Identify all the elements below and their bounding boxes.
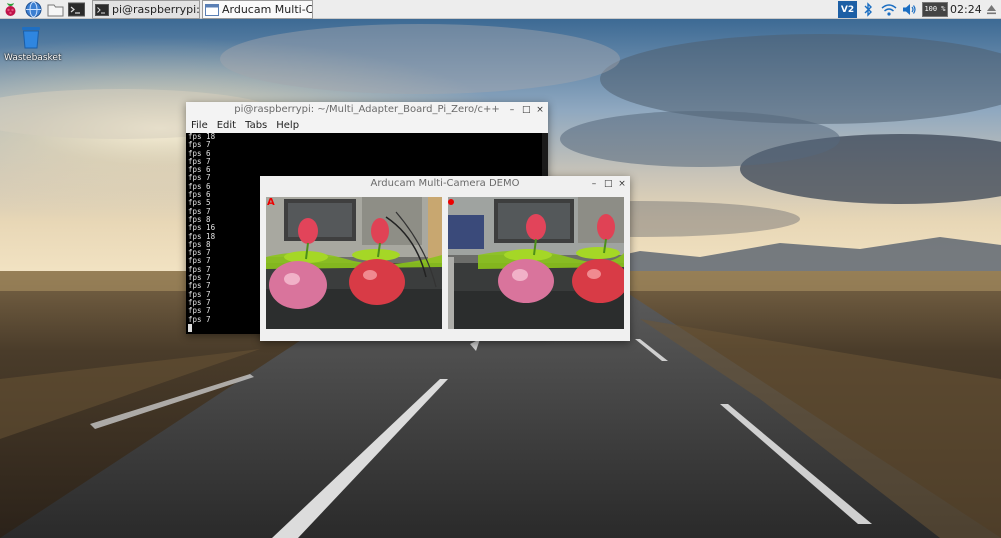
bluetooth-icon[interactable] bbox=[861, 1, 875, 18]
menu-tabs[interactable]: Tabs bbox=[245, 118, 267, 133]
window-title: pi@raspberrypi: ~/Multi_Adapter_Board_Pi… bbox=[234, 104, 500, 115]
terminal-cursor bbox=[188, 323, 192, 332]
camera-label: A bbox=[267, 197, 275, 208]
volume-icon[interactable] bbox=[901, 1, 918, 18]
desktop-icon-wastebasket[interactable]: Wastebasket bbox=[4, 24, 62, 63]
desktop-icon-label: Wastebasket bbox=[4, 53, 62, 63]
task-button-label: Arducam Multi-Came... bbox=[222, 3, 313, 16]
taskbar: pi@raspberrypi: ~/M... Arducam Multi-Cam… bbox=[0, 0, 1001, 19]
terminal-line: fps 7 bbox=[188, 140, 211, 150]
terminal-line: fps 6 bbox=[188, 165, 211, 175]
task-button-camera-demo[interactable]: Arducam Multi-Came... bbox=[202, 0, 313, 19]
window-title: Arducam Multi-Camera DEMO bbox=[370, 178, 520, 189]
task-button-label: pi@raspberrypi: ~/M... bbox=[112, 3, 200, 16]
minimize-icon[interactable]: – bbox=[508, 102, 516, 118]
close-icon[interactable]: × bbox=[536, 102, 544, 118]
camera-frame-b: B bbox=[448, 197, 624, 329]
eject-icon[interactable] bbox=[984, 1, 998, 18]
trash-icon bbox=[4, 24, 58, 53]
camera-demo-window[interactable]: Arducam Multi-Camera DEMO – □ × A bbox=[260, 176, 630, 341]
camera-demo-titlebar[interactable]: Arducam Multi-Camera DEMO – □ × bbox=[260, 176, 630, 192]
menu-help[interactable]: Help bbox=[276, 118, 299, 133]
vnc-label: V2 bbox=[840, 4, 855, 15]
wifi-icon[interactable] bbox=[880, 1, 898, 18]
cpu-monitor[interactable]: 100 % bbox=[922, 2, 948, 17]
close-icon[interactable]: × bbox=[618, 176, 626, 192]
raspberry-menu-icon[interactable] bbox=[2, 1, 19, 18]
terminal-line: fps 7 bbox=[188, 156, 211, 166]
terminal-titlebar[interactable]: pi@raspberrypi: ~/Multi_Adapter_Board_Pi… bbox=[186, 102, 548, 118]
menu-edit[interactable]: Edit bbox=[217, 118, 236, 133]
clock[interactable]: 02:24 bbox=[950, 0, 982, 19]
terminal-menubar: File Edit Tabs Help bbox=[186, 118, 548, 133]
globe-icon[interactable] bbox=[25, 1, 42, 18]
terminal-line: fps 6 bbox=[188, 148, 211, 158]
terminal-line: fps 18 bbox=[188, 132, 216, 141]
maximize-icon[interactable]: □ bbox=[522, 102, 531, 118]
terminal-icon[interactable] bbox=[68, 1, 85, 18]
folder-icon[interactable] bbox=[47, 1, 64, 18]
camera-frame-a: A bbox=[266, 197, 442, 329]
menu-file[interactable]: File bbox=[191, 118, 208, 133]
window-icon bbox=[205, 3, 219, 16]
minimize-icon[interactable]: – bbox=[590, 176, 598, 192]
terminal-icon bbox=[95, 3, 109, 16]
vnc-icon[interactable]: V2 bbox=[838, 1, 857, 18]
maximize-icon[interactable]: □ bbox=[604, 176, 613, 192]
task-button-terminal[interactable]: pi@raspberrypi: ~/M... bbox=[92, 0, 200, 19]
